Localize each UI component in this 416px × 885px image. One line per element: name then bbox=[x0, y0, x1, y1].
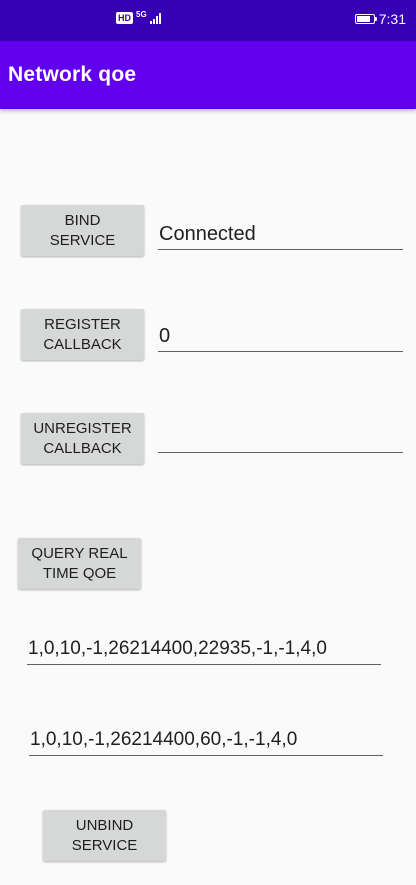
unbind-service-button[interactable]: UNBIND SERVICE bbox=[43, 810, 166, 861]
signal-icon bbox=[149, 12, 161, 24]
battery-fill bbox=[356, 16, 370, 22]
network-type-label: 5G bbox=[136, 9, 147, 19]
unregister-result-field[interactable] bbox=[158, 424, 403, 453]
status-time: 7:31 bbox=[378, 11, 406, 27]
unregister-callback-button[interactable]: UNREGISTER CALLBACK bbox=[21, 413, 144, 464]
query-real-time-qoe-button[interactable]: QUERY REAL TIME QOE bbox=[18, 538, 141, 589]
register-callback-button[interactable]: REGISTER CALLBACK bbox=[21, 309, 144, 360]
qoe-result-field-2[interactable]: 1,0,10,-1,26214400,60,-1,-1,4,0 bbox=[29, 727, 383, 756]
app-title: Network qoe bbox=[8, 63, 137, 86]
qoe-result-field-1[interactable]: 1,0,10,-1,26214400,22935,-1,-1,4,0 bbox=[27, 636, 381, 665]
bind-service-button[interactable]: BIND SERVICE bbox=[21, 205, 144, 256]
bind-status-field[interactable]: Connected bbox=[158, 221, 403, 250]
status-left-group: HD 5G bbox=[116, 9, 162, 24]
register-result-field[interactable]: 0 bbox=[158, 323, 403, 352]
battery-icon bbox=[354, 14, 377, 24]
app-bar: Network qoe bbox=[0, 41, 416, 109]
status-bar: HD 5G 7:31 bbox=[0, 0, 416, 41]
hd-icon: HD bbox=[116, 12, 133, 24]
status-right-group: 7:31 bbox=[354, 11, 406, 27]
